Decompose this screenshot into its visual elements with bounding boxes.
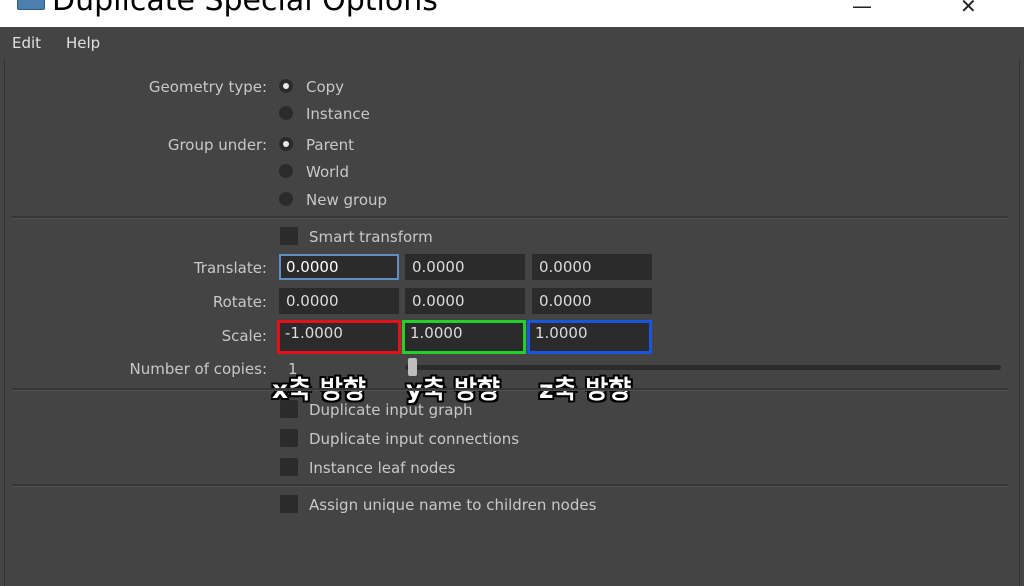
scale-y-field[interactable]: 1.0000	[402, 320, 526, 354]
separator	[12, 484, 1008, 487]
radio-new-group-label[interactable]: New group	[306, 191, 387, 209]
radio-world-label[interactable]: World	[306, 163, 349, 181]
geometry-type-label: Geometry type:	[148, 78, 267, 96]
window-title: Duplicate Special Options	[52, 0, 438, 18]
radio-copy-label[interactable]: Copy	[306, 78, 344, 96]
radio-parent-label[interactable]: Parent	[306, 136, 354, 154]
smart-transform-checkbox[interactable]	[280, 227, 298, 245]
group-under-label: Group under:	[167, 136, 267, 154]
rotate-z-field[interactable]: 0.0000	[532, 288, 652, 314]
scale-x-field[interactable]: -1.0000	[277, 320, 401, 354]
radio-parent[interactable]	[279, 137, 293, 151]
radio-copy[interactable]	[279, 79, 293, 93]
menu-bar: Edit Help	[0, 27, 1024, 59]
radio-world[interactable]	[279, 164, 293, 178]
instance-leaf-nodes-label[interactable]: Instance leaf nodes	[309, 459, 455, 477]
number-of-copies-label: Number of copies:	[129, 360, 267, 378]
translate-z-field[interactable]: 0.0000	[532, 254, 652, 280]
assign-unique-name-checkbox[interactable]	[280, 495, 298, 513]
rotate-label: Rotate:	[212, 293, 267, 311]
scale-label: Scale:	[221, 327, 267, 345]
maya-app-icon	[17, 0, 45, 10]
duplicate-input-connections-checkbox[interactable]	[280, 429, 298, 447]
duplicate-input-graph-checkbox[interactable]	[280, 400, 298, 418]
translate-y-field[interactable]: 0.0000	[405, 254, 525, 280]
duplicate-input-graph-label[interactable]: Duplicate input graph	[309, 401, 473, 419]
translate-x-field[interactable]: 0.0000	[279, 254, 399, 280]
translate-label: Translate:	[193, 259, 267, 277]
scale-z-field[interactable]: 1.0000	[527, 320, 652, 354]
rotate-y-field[interactable]: 0.0000	[405, 288, 525, 314]
smart-transform-label[interactable]: Smart transform	[309, 228, 433, 246]
menu-help[interactable]: Help	[66, 34, 100, 52]
separator	[12, 216, 1008, 219]
rotate-x-field[interactable]: 0.0000	[279, 288, 399, 314]
instance-leaf-nodes-checkbox[interactable]	[280, 458, 298, 476]
minimize-button[interactable]: —	[852, 0, 872, 18]
radio-instance[interactable]	[279, 106, 293, 120]
radio-instance-label[interactable]: Instance	[306, 105, 370, 123]
separator	[12, 388, 1008, 391]
radio-new-group[interactable]	[279, 192, 293, 206]
assign-unique-name-label[interactable]: Assign unique name to children nodes	[309, 496, 596, 514]
title-bar: Duplicate Special Options — ✕	[0, 0, 1024, 27]
duplicate-input-connections-label[interactable]: Duplicate input connections	[309, 430, 519, 448]
close-button[interactable]: ✕	[960, 0, 977, 18]
menu-edit[interactable]: Edit	[12, 34, 41, 52]
